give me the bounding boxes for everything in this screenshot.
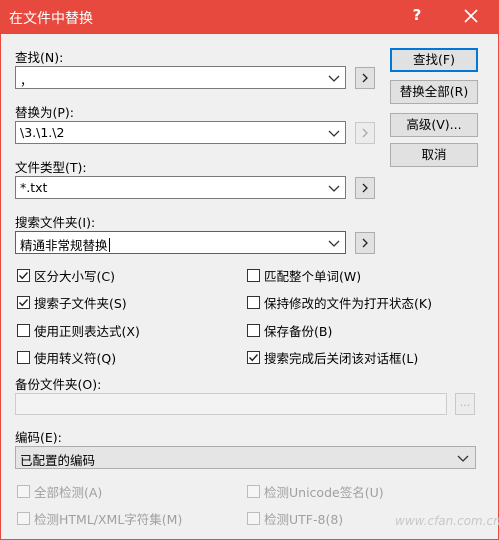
detect-all-label: 全部检测(A) (34, 485, 103, 500)
filetype-combo[interactable]: *.txt (15, 176, 346, 199)
checkmark-icon (19, 299, 29, 307)
encoding-label: 编码(E): (15, 430, 62, 445)
chevron-down-icon[interactable] (327, 126, 341, 140)
cancel-button[interactable]: 取消 (390, 143, 478, 167)
title-bar: 在文件中替换 ? (0, 0, 499, 34)
checkbox-box (247, 324, 260, 337)
backup-folder-field (15, 393, 447, 415)
chevron-right-icon (362, 238, 368, 248)
chevron-down-icon[interactable] (327, 71, 341, 85)
backup-folder-label: 备份文件夹(O): (15, 377, 102, 392)
find-insert-button[interactable] (355, 67, 375, 89)
find-combo[interactable]: ， (15, 66, 346, 89)
chevron-right-icon (362, 73, 368, 83)
chevron-down-icon[interactable] (327, 181, 341, 195)
folder-insert-button[interactable] (355, 232, 375, 254)
checkbox-box (17, 324, 30, 337)
replace-all-button[interactable]: 替换全部(R) (390, 80, 478, 104)
backup-checkbox[interactable]: 保存备份(B) (247, 321, 332, 340)
match-case-label: 区分大小写(C) (34, 269, 115, 284)
replace-combo[interactable]: \3.\1.\2 (15, 121, 346, 144)
match-case-checkbox[interactable]: 区分大小写(C) (17, 266, 115, 285)
encoding-select[interactable]: 已配置的编码 (15, 446, 476, 469)
help-button[interactable]: ? (407, 6, 427, 24)
detect-all-checkbox: 全部检测(A) (17, 482, 102, 501)
folder-value: 精通非常规替换 (20, 238, 108, 253)
whole-word-checkbox[interactable]: 匹配整个单词(W) (247, 266, 361, 285)
checkbox-box (247, 296, 260, 309)
whole-word-label: 匹配整个单词(W) (264, 269, 362, 284)
checkbox-box (247, 485, 260, 498)
advanced-button[interactable]: 高级(V)... (390, 113, 478, 137)
escape-checkbox[interactable]: 使用转义符(Q) (17, 348, 116, 367)
find-value: ， (20, 73, 33, 88)
chevron-right-icon (362, 183, 368, 193)
detect-utf8-checkbox: 检测UTF-8(8) (247, 509, 343, 528)
folder-combo[interactable]: 精通非常规替换 (15, 231, 346, 254)
filetype-value: *.txt (20, 180, 48, 195)
close-after-checkbox[interactable]: 搜索完成后关闭该对话框(L) (247, 348, 418, 367)
encoding-value: 已配置的编码 (20, 453, 96, 468)
chevron-right-icon (362, 128, 368, 138)
checkbox-box (17, 296, 30, 309)
text-caret (108, 238, 110, 252)
checkbox-box (247, 351, 260, 364)
replace-value: \3.\1.\2 (20, 125, 65, 140)
regex-label: 使用正则表达式(X) (34, 324, 140, 339)
checkmark-icon (19, 272, 29, 280)
detect-utf8-label: 检测UTF-8(8) (264, 512, 344, 527)
backup-label: 保存备份(B) (264, 324, 333, 339)
replace-insert-button[interactable] (355, 122, 375, 144)
filetype-label: 文件类型(T): (15, 160, 87, 175)
subfolders-checkbox[interactable]: 搜索子文件夹(S) (17, 293, 127, 312)
folder-label: 搜索文件夹(I): (15, 215, 96, 230)
regex-checkbox[interactable]: 使用正则表达式(X) (17, 321, 140, 340)
replace-label: 替换为(P): (15, 105, 75, 120)
checkbox-box (17, 485, 30, 498)
window-title: 在文件中替换 (9, 11, 93, 27)
checkbox-box (247, 512, 260, 525)
chevron-down-icon (457, 455, 469, 462)
close-icon (464, 9, 478, 23)
filetype-insert-button[interactable] (355, 177, 375, 199)
checkmark-icon (249, 354, 259, 362)
subfolders-label: 搜索子文件夹(S) (34, 296, 127, 311)
keep-open-label: 保持修改的文件为打开状态(K) (264, 296, 432, 311)
find-button[interactable]: 查找(F) (390, 48, 478, 72)
detect-html-checkbox: 检测HTML/XML字符集(M) (17, 509, 182, 528)
checkbox-box (17, 269, 30, 282)
browse-button: ... (455, 393, 475, 415)
close-after-label: 搜索完成后关闭该对话框(L) (264, 351, 419, 366)
checkbox-box (17, 351, 30, 364)
checkbox-box (247, 269, 260, 282)
chevron-down-icon[interactable] (327, 236, 341, 250)
find-label: 查找(N): (15, 50, 64, 65)
detect-unicode-label: 检测Unicode签名(U) (264, 485, 384, 500)
checkbox-box (17, 512, 30, 525)
watermark: www.cfan.com.cn (395, 514, 499, 528)
keep-open-checkbox[interactable]: 保持修改的文件为打开状态(K) (247, 293, 432, 312)
detect-html-label: 检测HTML/XML字符集(M) (34, 512, 183, 527)
detect-unicode-checkbox: 检测Unicode签名(U) (247, 482, 384, 501)
escape-label: 使用转义符(Q) (34, 351, 117, 366)
close-button[interactable] (458, 3, 484, 29)
